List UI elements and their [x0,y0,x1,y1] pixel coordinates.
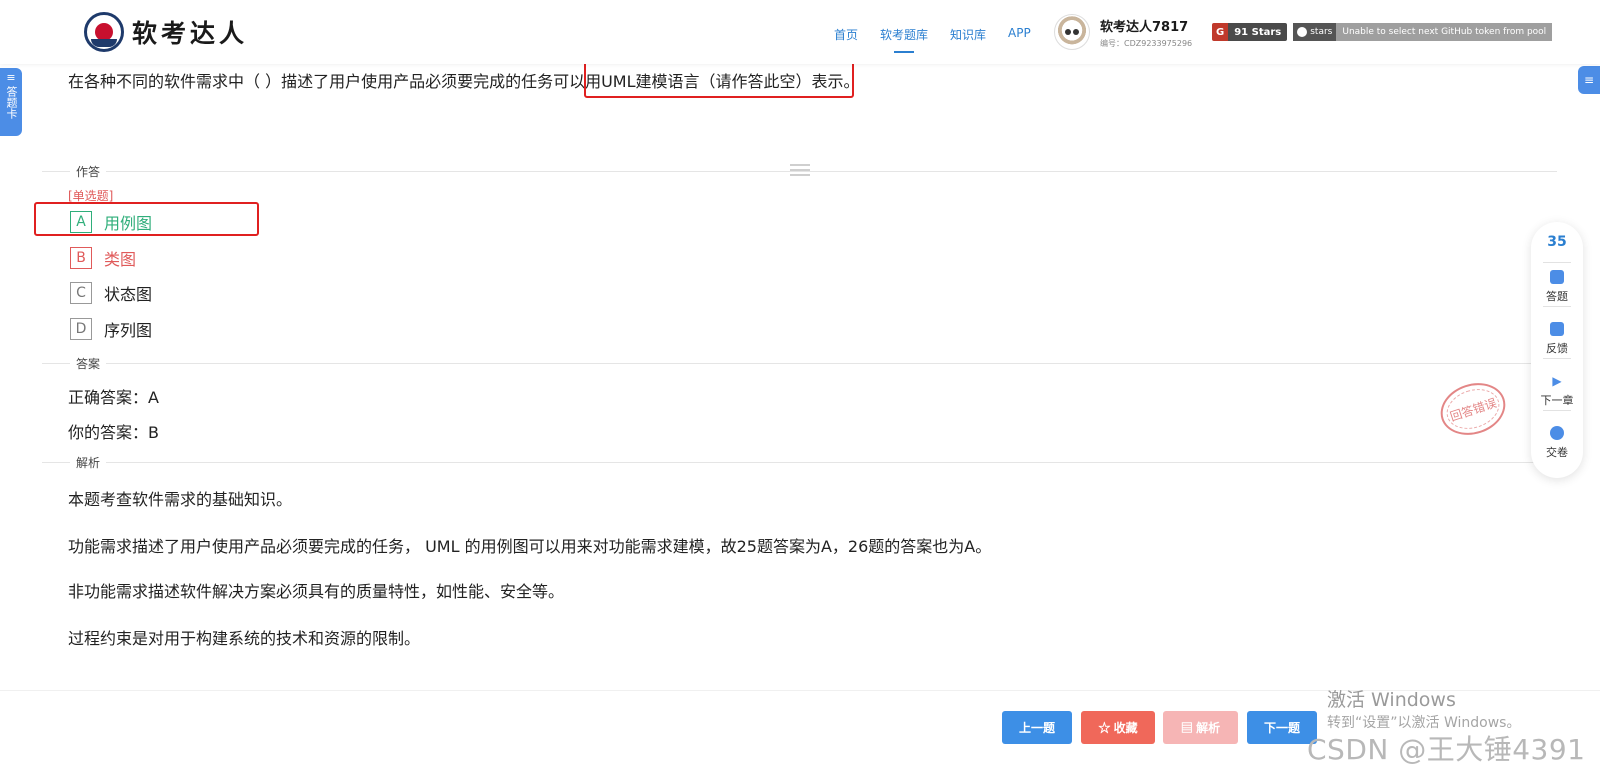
option-letter: C [70,282,92,304]
submit-paper-button[interactable]: 交卷 [1531,426,1583,460]
question-text-pre: 在各种不同的软件需求中（ ）描述了用户使用产品必须要完成的任务 [68,72,554,91]
nav-app[interactable]: APP [1008,26,1031,47]
nav-question-bank[interactable]: 软考题库 [880,26,928,47]
favorite-button[interactable]: ☆ 收藏 [1081,711,1155,744]
csdn-watermark: CSDN @王大锤4391 [1307,733,1586,766]
prev-question-button[interactable]: 上一题 [1002,711,1072,744]
user-profile[interactable]: 软考达人7817 编号：CDZ9233975296 [1054,14,1192,50]
nav-knowledge-base[interactable]: 知识库 [950,26,986,47]
explanation-paragraph: 非功能需求描述软件解决方案必须具有的质量特性，如性能、安全等。 [68,582,565,601]
github-badge-label: stars [1310,27,1333,37]
panel-divider [1543,262,1571,263]
analysis-button[interactable]: ▤ 解析 [1163,711,1238,744]
explanation-paragraph: 本题考查软件需求的基础知识。 [68,490,293,509]
top-header: 软考达人 首页 软考题库 知识库 APP 软考达人7817 编号：CDZ9233… [0,0,1600,64]
avatar[interactable] [1054,14,1090,50]
section-analysis: 解析 [70,454,107,471]
correct-answer: 正确答案：A [68,388,159,407]
explanation-paragraph: 功能需求描述了用户使用产品必须要完成的任务， UML 的用例图可以用来对功能需求… [68,537,992,556]
section-divider [42,462,1557,463]
answer-sheet-label: 答题 [1546,290,1568,303]
stamp-text: 回答错误 [1448,395,1499,424]
user-id: 编号：CDZ9233975296 [1100,38,1193,48]
explanation-paragraph: 过程约束是对用于构建系统的技术和资源的限制。 [68,629,421,648]
option-b[interactable]: B 类图 [70,246,136,270]
section-answer: 答案 [70,355,107,372]
highlight-box-question [584,64,854,98]
question-number[interactable]: 35 [1531,234,1583,250]
question-content: 在各种不同的软件需求中（ ）描述了用户使用产品必须要完成的任务可以用UML建模语… [0,64,1600,674]
floating-tool-panel: 35 答题 反馈 ▶ 下一章 交卷 [1531,222,1583,478]
gitee-stars-count: 91 Stars [1228,23,1288,41]
upload-icon [1550,426,1564,440]
answer-sheet-button[interactable]: 答题 [1531,270,1583,304]
wrong-answer-stamp: 回答错误 [1433,375,1513,443]
your-answer: 你的答案：B [68,423,159,442]
nav-home[interactable]: 首页 [834,26,858,47]
submit-paper-label: 交卷 [1546,446,1568,459]
highlight-box-option [34,202,259,236]
answer-sheet-icon [1550,270,1564,284]
windows-activation-watermark: 激活 Windows [1327,689,1456,711]
panel-divider [1543,358,1571,359]
drag-handle-icon[interactable] [790,164,810,176]
github-stars-badge[interactable]: stars Unable to select next GitHub token… [1293,23,1553,41]
panel-divider [1543,410,1571,411]
feedback-label: 反馈 [1546,342,1568,355]
option-d[interactable]: D 序列图 [70,317,152,341]
section-answer-area: 作答 [70,163,107,180]
skip-next-icon: ▶ [1552,374,1562,388]
section-divider [42,363,1557,364]
main-nav: 首页 软考题库 知识库 APP [834,26,1031,47]
logo-icon [84,12,124,52]
chat-bubble-icon [1550,322,1564,336]
github-icon [1297,27,1308,37]
option-c[interactable]: C 状态图 [70,281,152,305]
logo-text: 软考达人 [132,19,249,48]
option-text: 类图 [104,250,137,269]
option-text: 序列图 [104,321,153,340]
site-logo[interactable]: 软考达人 [84,12,248,52]
user-name: 软考达人7817 [1100,19,1189,35]
repo-badges: G 91 Stars stars Unable to select next G… [1212,23,1553,41]
next-chapter-label: 下一章 [1540,394,1574,407]
gitee-stars-badge[interactable]: G 91 Stars [1212,23,1288,41]
feedback-button[interactable]: 反馈 [1531,322,1583,356]
option-letter: D [70,318,92,340]
github-badge-value: Unable to select next GitHub token from … [1336,23,1553,41]
option-letter: B [70,247,92,269]
next-chapter-button[interactable]: ▶ 下一章 [1531,374,1583,408]
panel-divider [1543,306,1571,307]
gitee-icon: G [1212,23,1229,41]
option-text: 状态图 [104,285,153,304]
